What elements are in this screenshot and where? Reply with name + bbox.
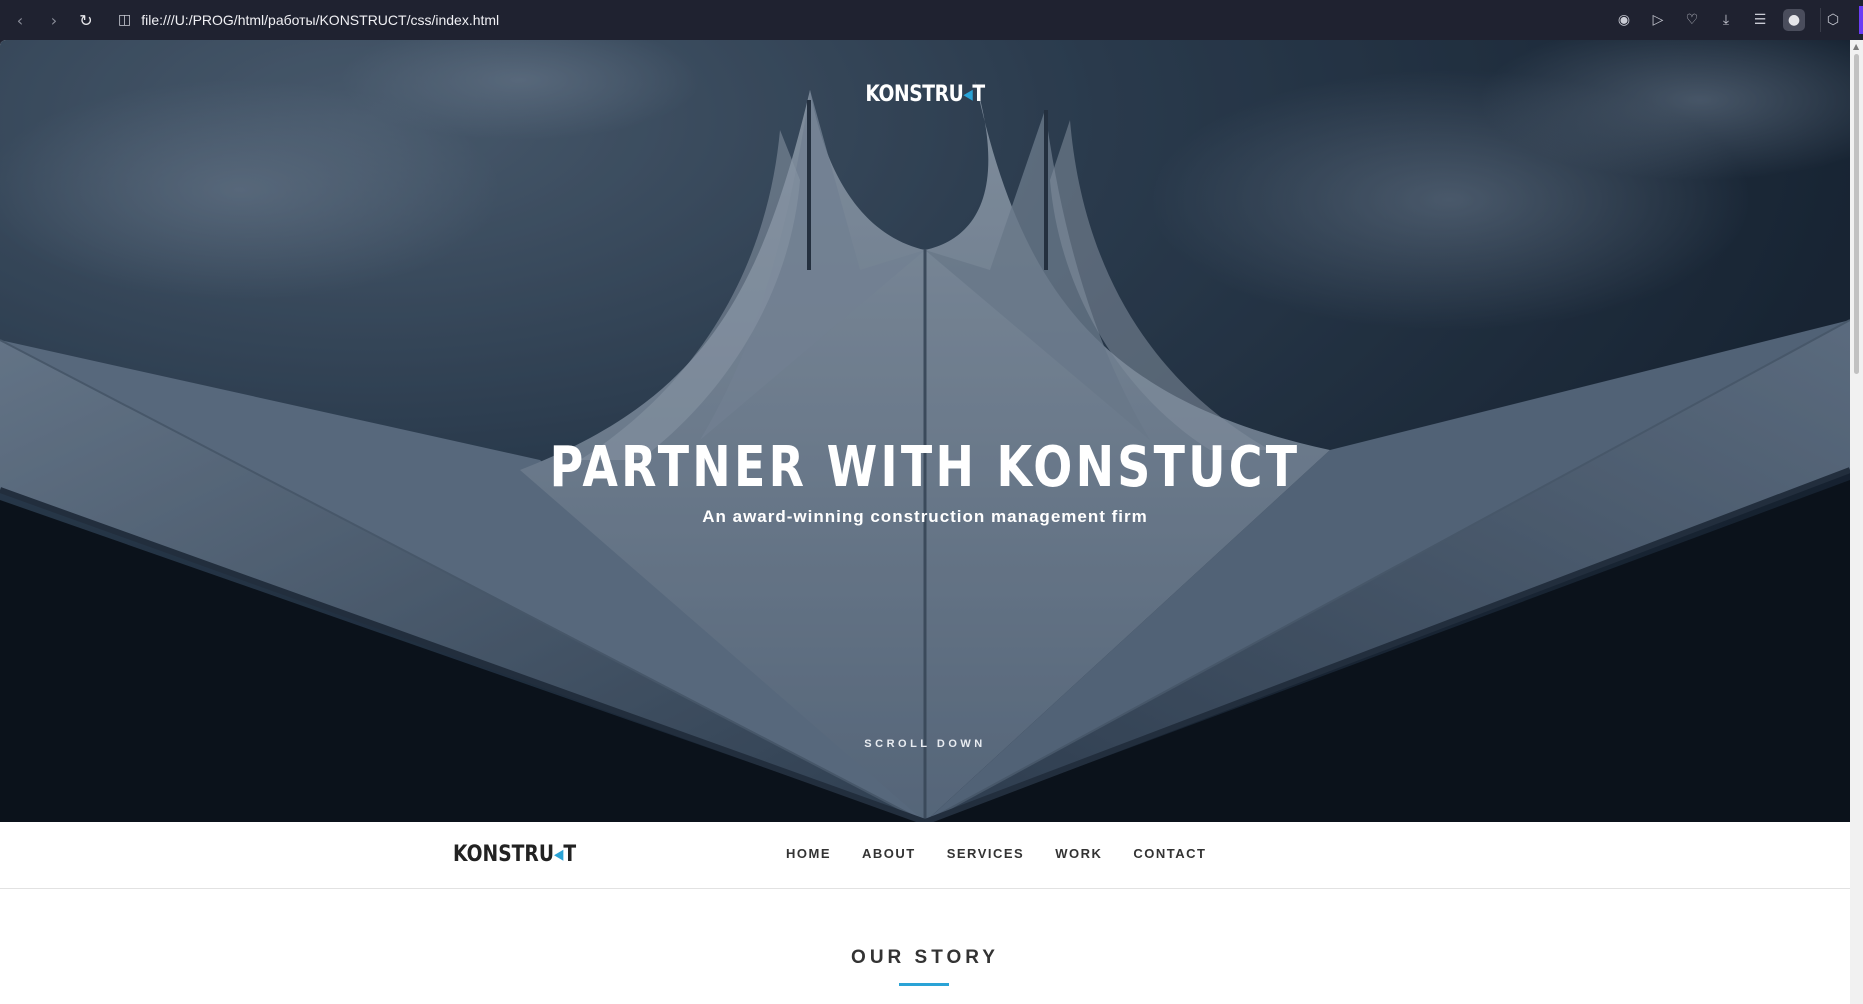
hero-headline: PARTNER WITH KONSTUCT (549, 435, 1301, 500)
scroll-down-link[interactable]: SCROLL DOWN (0, 738, 1850, 750)
section-title-our-story: OUR STORY (851, 947, 999, 968)
heart-icon[interactable]: ♡ (1681, 9, 1703, 31)
nav-item-work[interactable]: WORK (1055, 846, 1102, 861)
cube-icon[interactable]: ⬡ (1821, 8, 1845, 32)
nav-item-contact[interactable]: CONTACT (1133, 846, 1206, 861)
menu-icon[interactable]: ☰ (1749, 9, 1771, 31)
hero-logo[interactable]: KONSTRU◂T (139, 82, 1712, 107)
browser-toolbar: ‹ › ↻ ◫ file:///U:/PROG/html/работы/KONS… (0, 0, 1863, 40)
toolbar-actions: ◉ ▷ ♡ ⤓ ☰ ● (1613, 8, 1805, 32)
page-viewport: KONSTRU◂T PARTNER WITH KONSTUCT An award… (0, 40, 1850, 1004)
hero-subtitle: An award-winning construction management… (702, 507, 1148, 526)
nav-item-home[interactable]: HOME (786, 846, 831, 861)
vertical-scrollbar[interactable]: ▲ (1850, 40, 1863, 1004)
title-underline (899, 983, 949, 986)
scrollbar-thumb[interactable] (1854, 54, 1859, 374)
hero-section: KONSTRU◂T PARTNER WITH KONSTUCT An award… (0, 40, 1850, 822)
reload-icon[interactable]: ↻ (74, 8, 98, 32)
back-arrow-icon[interactable]: ‹ (8, 8, 32, 32)
play-icon[interactable]: ▷ (1647, 9, 1669, 31)
main-navbar: KONSTRU◂T HOME ABOUT SERVICES WORK CONTA… (0, 822, 1850, 889)
url-text[interactable]: file:///U:/PROG/html/работы/KONSTRUCT/cs… (141, 12, 499, 28)
download-icon[interactable]: ⤓ (1715, 9, 1737, 31)
nav-menu: HOME ABOUT SERVICES WORK CONTACT (786, 846, 1238, 861)
camera-icon[interactable]: ◉ (1613, 9, 1635, 31)
forward-arrow-icon[interactable]: › (42, 8, 66, 32)
address-bar[interactable]: ◫ file:///U:/PROG/html/работы/KONSTRUCT/… (118, 8, 1018, 32)
hero-background-image (0, 40, 1850, 822)
nav-item-about[interactable]: ABOUT (862, 846, 916, 861)
scroll-up-arrow-icon[interactable]: ▲ (1853, 42, 1859, 51)
document-icon: ◫ (118, 12, 132, 28)
navbar-logo[interactable]: KONSTRU◂T (453, 842, 576, 867)
nav-item-services[interactable]: SERVICES (947, 846, 1025, 861)
sidebar-edge (1859, 6, 1863, 34)
profile-icon[interactable]: ● (1783, 9, 1805, 31)
